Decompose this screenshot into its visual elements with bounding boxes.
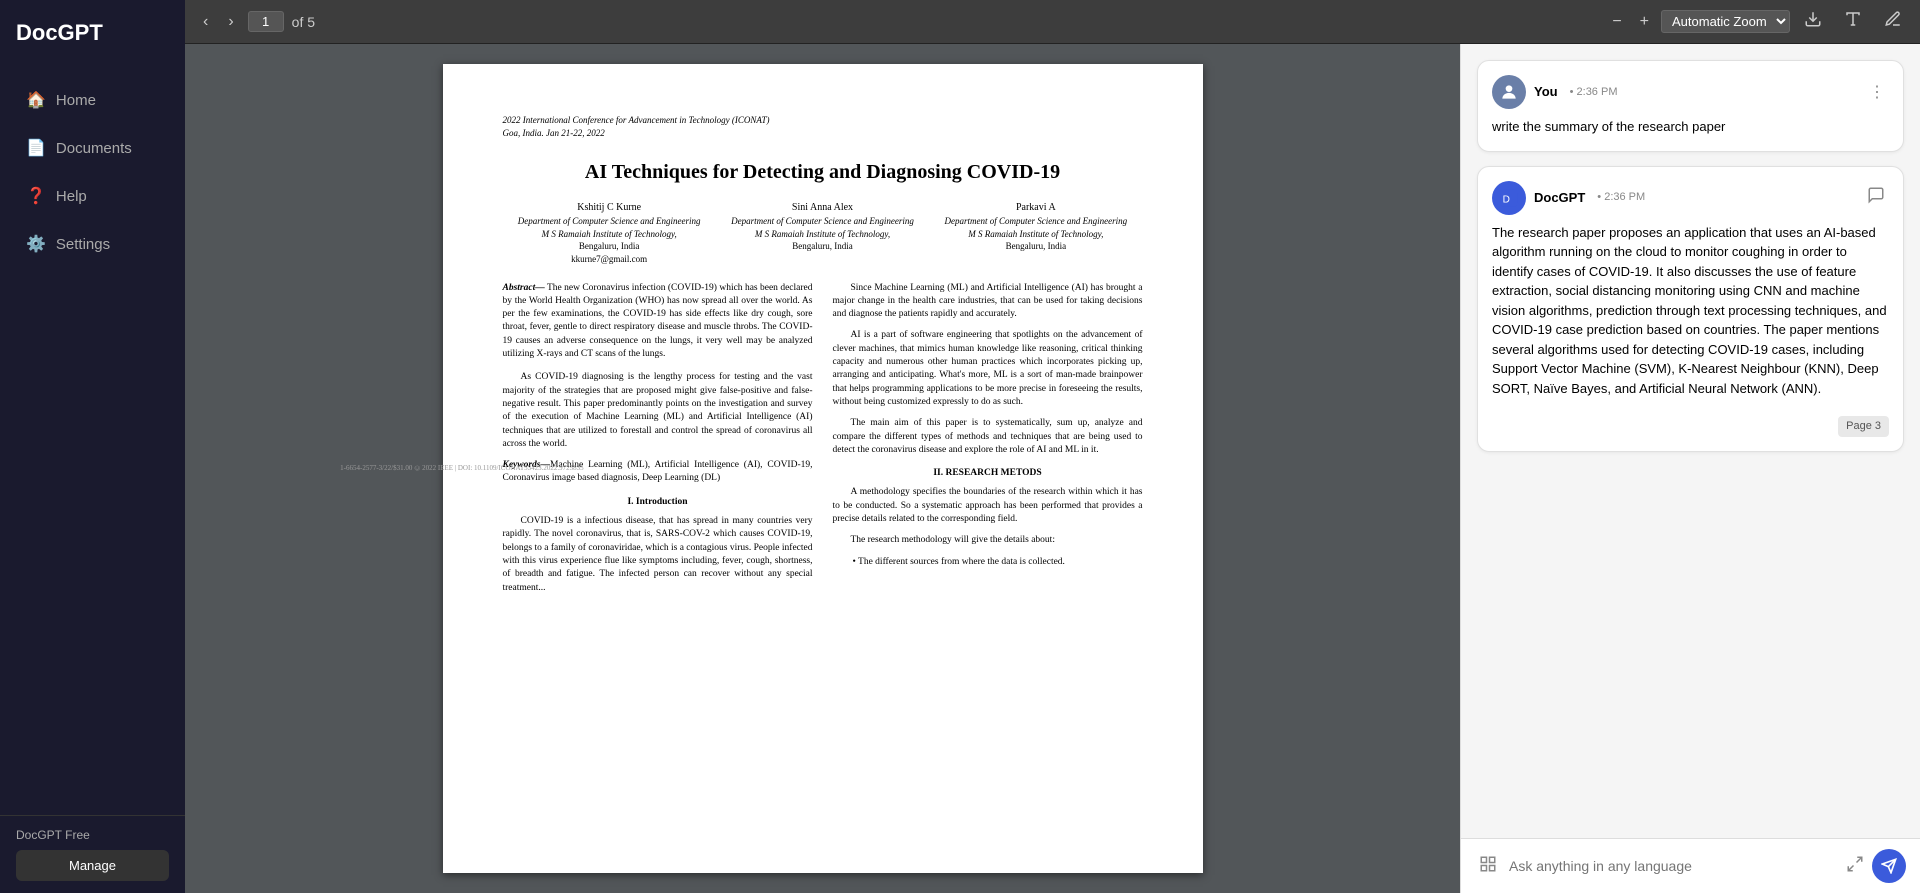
sidebar-item-settings[interactable]: ⚙️ Settings	[8, 222, 177, 266]
pdf-toolbar: ‹ › of 5 − + Automatic Zoom 50% 75% 100%…	[185, 0, 1920, 44]
plan-label: DocGPT Free	[16, 828, 169, 842]
sidebar: DocGPT 🏠 Home 📄 Documents ❓ Help ⚙️ Sett…	[0, 0, 185, 893]
bot-bubble-menu[interactable]	[1863, 186, 1889, 209]
prev-page-button[interactable]: ‹	[197, 9, 214, 35]
pdf-right-para3: The main aim of this paper is to systema…	[833, 417, 1143, 457]
user-avatar	[1492, 75, 1526, 109]
pdf-left-col: Abstract— The new Coronavirus infection …	[503, 282, 813, 603]
bubble-header-user: You • 2:36 PM ⋮	[1492, 75, 1889, 109]
toolbar-right-actions	[1798, 6, 1908, 37]
pdf-abstract-para2: As COVID-19 diagnosing is the lengthy pr…	[503, 371, 813, 451]
pdf-right-para1: Since Machine Learning (ML) and Artifici…	[833, 282, 1143, 322]
main-area: ‹ › of 5 − + Automatic Zoom 50% 75% 100%…	[185, 0, 1920, 893]
bot-msg-time: • 2:36 PM	[1597, 189, 1645, 206]
author-1: Kshitij C Kurne Department of Computer S…	[503, 201, 716, 265]
pdf-intro-text: COVID-19 is a infectious disease, that h…	[503, 515, 813, 595]
pdf-page: 1-6654-2577-3/22/$31.00 ©2022 IEEE | DOI…	[443, 64, 1203, 873]
zoom-in-button[interactable]: +	[1634, 9, 1655, 35]
page-number-input[interactable]	[248, 11, 284, 32]
home-icon: 🏠	[26, 90, 46, 110]
sidebar-item-label-documents: Documents	[56, 140, 132, 157]
pdf-watermark: 1-6654-2577-3/22/$31.00 ©2022 IEEE | DOI…	[340, 464, 583, 474]
nav-menu: 🏠 Home 📄 Documents ❓ Help ⚙️ Settings	[0, 66, 185, 815]
grid-icon[interactable]	[1475, 851, 1501, 882]
user-bubble-menu[interactable]: ⋮	[1865, 82, 1889, 102]
bot-sender-label: DocGPT	[1534, 188, 1585, 208]
help-icon: ❓	[26, 186, 46, 206]
settings-icon: ⚙️	[26, 234, 46, 254]
zoom-out-button[interactable]: −	[1606, 9, 1627, 35]
pdf-research-para2: The research methodology will give the d…	[833, 534, 1143, 547]
pdf-abstract: Abstract— The new Coronavirus infection …	[503, 282, 813, 362]
author-3: Parkavi A Department of Computer Science…	[929, 201, 1142, 265]
user-msg-text: write the summary of the research paper	[1492, 117, 1889, 137]
download-button[interactable]	[1798, 6, 1828, 37]
app-logo: DocGPT	[0, 0, 185, 66]
pdf-right-para2: AI is a part of software engineering tha…	[833, 329, 1143, 409]
documents-icon: 📄	[26, 138, 46, 158]
svg-text:D: D	[1503, 194, 1510, 205]
chat-input-area	[1461, 838, 1920, 893]
sidebar-item-label-settings: Settings	[56, 236, 110, 253]
pdf-conference: 2022 International Conference for Advanc…	[503, 114, 1143, 139]
sidebar-bottom: DocGPT Free Manage	[0, 815, 185, 893]
user-msg-time: • 2:36 PM	[1570, 84, 1618, 101]
pdf-body: Abstract— The new Coronavirus infection …	[503, 282, 1143, 603]
text-tool-button[interactable]	[1838, 6, 1868, 37]
bot-msg-text: The research paper proposes an applicati…	[1492, 223, 1889, 399]
sidebar-item-label-help: Help	[56, 188, 87, 205]
chat-messages: You • 2:36 PM ⋮ write the summary of the…	[1461, 44, 1920, 838]
sidebar-item-label-home: Home	[56, 92, 96, 109]
pdf-intro-heading: I. Introduction	[503, 496, 813, 509]
chat-input[interactable]	[1509, 858, 1838, 874]
expand-button[interactable]	[1846, 855, 1864, 878]
pdf-authors: Kshitij C Kurne Department of Computer S…	[503, 201, 1143, 265]
manage-button[interactable]: Manage	[16, 850, 169, 881]
zoom-select[interactable]: Automatic Zoom 50% 75% 100% 125% 150%	[1661, 10, 1790, 33]
next-page-button[interactable]: ›	[222, 9, 239, 35]
bubble-header-bot: D DocGPT • 2:36 PM	[1492, 181, 1889, 215]
page-total-label: of 5	[292, 14, 315, 30]
pdf-title: AI Techniques for Detecting and Diagnosi…	[503, 159, 1143, 185]
chat-bubble-user: You • 2:36 PM ⋮ write the summary of the…	[1477, 60, 1904, 152]
user-sender-label: You	[1534, 82, 1558, 102]
pdf-right-col: Since Machine Learning (ML) and Artifici…	[833, 282, 1143, 603]
send-button[interactable]	[1872, 849, 1906, 883]
page-badge: Page 3	[1838, 416, 1889, 437]
content-area: 1-6654-2577-3/22/$31.00 ©2022 IEEE | DOI…	[185, 44, 1920, 893]
sidebar-item-documents[interactable]: 📄 Documents	[8, 126, 177, 170]
chat-bubble-bot: D DocGPT • 2:36 PM The research paper pr…	[1477, 166, 1904, 452]
chat-panel: You • 2:36 PM ⋮ write the summary of the…	[1460, 44, 1920, 893]
pdf-research-para: A methodology specifies the boundaries o…	[833, 486, 1143, 526]
pdf-viewer[interactable]: 1-6654-2577-3/22/$31.00 ©2022 IEEE | DOI…	[185, 44, 1460, 893]
pen-tool-button[interactable]	[1878, 6, 1908, 37]
pdf-research-heading: II. RESEARCH METODS	[833, 467, 1143, 480]
zoom-controls: − + Automatic Zoom 50% 75% 100% 125% 150…	[1606, 9, 1790, 35]
sidebar-item-home[interactable]: 🏠 Home	[8, 78, 177, 122]
pdf-research-bullet: • The different sources from where the d…	[853, 556, 1143, 569]
sidebar-item-help[interactable]: ❓ Help	[8, 174, 177, 218]
docgpt-avatar: D	[1492, 181, 1526, 215]
author-2: Sini Anna Alex Department of Computer Sc…	[716, 201, 929, 265]
